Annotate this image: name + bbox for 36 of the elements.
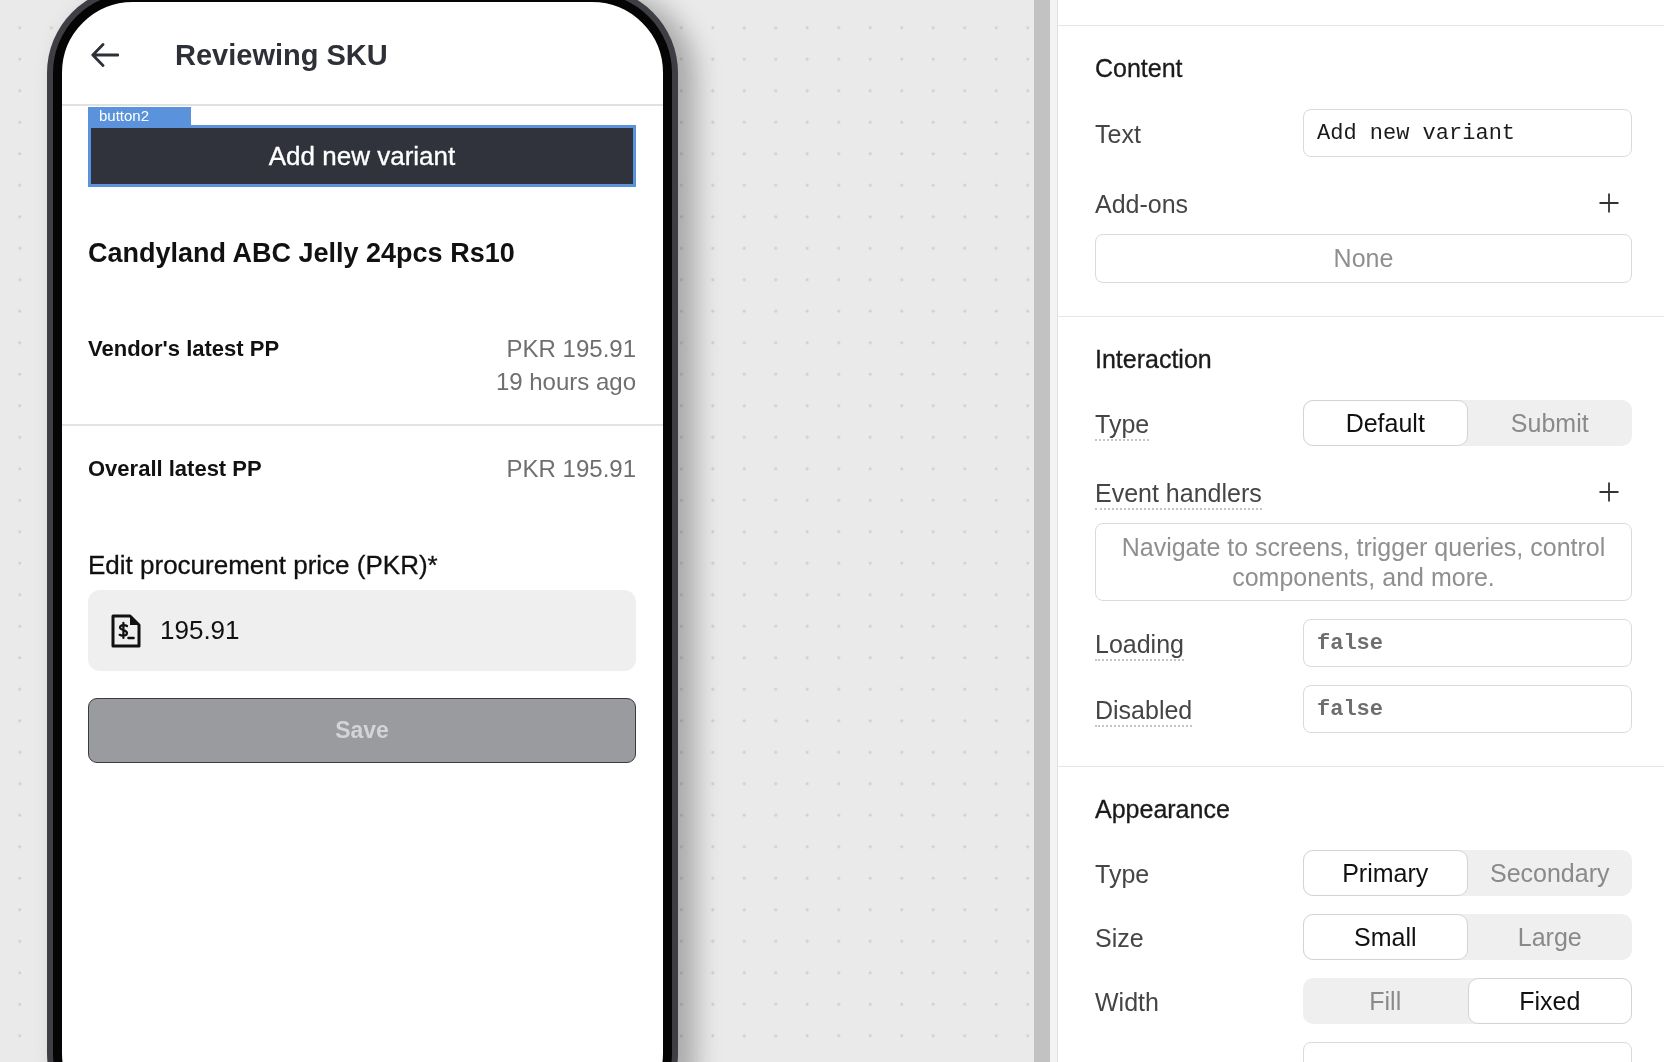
property-label: Loading [1095, 625, 1184, 661]
plus-icon[interactable] [1599, 193, 1619, 213]
segment-option[interactable]: Default [1303, 400, 1468, 446]
price-label: Overall latest PP [88, 455, 262, 483]
property-label: Size [1095, 922, 1144, 954]
section-title: Appearance [1095, 795, 1231, 823]
add-variant-button[interactable]: Add new variant [88, 125, 636, 187]
price-time: 19 hours ago [495, 367, 636, 397]
back-arrow-icon[interactable] [91, 43, 119, 67]
code-input-field[interactable]: false [1303, 685, 1632, 733]
empty-list-panel: None [1095, 234, 1632, 283]
screen-title: Reviewing SKU [175, 38, 388, 73]
section-title: Interaction [1095, 345, 1213, 373]
property-label: Width [1095, 986, 1159, 1018]
property-label: Add-ons [1095, 188, 1189, 220]
empty-list-panel: Navigate to screens, trigger queries, control components, and more. [1095, 523, 1632, 601]
component-name-tag: button2 [88, 107, 191, 125]
text-input-field[interactable]: Add new variant [1303, 109, 1632, 157]
dollar-file-icon [111, 613, 141, 648]
property-label: Disabled [1095, 691, 1193, 727]
property-label: Event handlers [1095, 474, 1262, 510]
property-label: Text [1095, 118, 1141, 150]
product-name: Candyland ABC Jelly 24pcs Rs10 [88, 237, 516, 269]
segment-option[interactable]: Fixed [1467, 978, 1632, 1024]
segment-option[interactable]: Primary [1303, 850, 1468, 896]
property-label: Type [1095, 858, 1150, 890]
field-label: Edit procurement price (PKR)* [88, 549, 439, 581]
property-label: Type [1095, 405, 1150, 441]
price-value: PKR 195.91 [506, 334, 636, 364]
price-label: Vendor's latest PP [88, 335, 280, 363]
section-title: Content [1095, 54, 1184, 82]
plus-icon[interactable] [1599, 482, 1619, 502]
price-value: PKR 195.91 [506, 454, 636, 484]
code-input-field[interactable]: false [1303, 619, 1632, 667]
segment-option[interactable]: Small [1303, 914, 1468, 960]
price-input-field[interactable]: 195.91 [88, 590, 636, 671]
